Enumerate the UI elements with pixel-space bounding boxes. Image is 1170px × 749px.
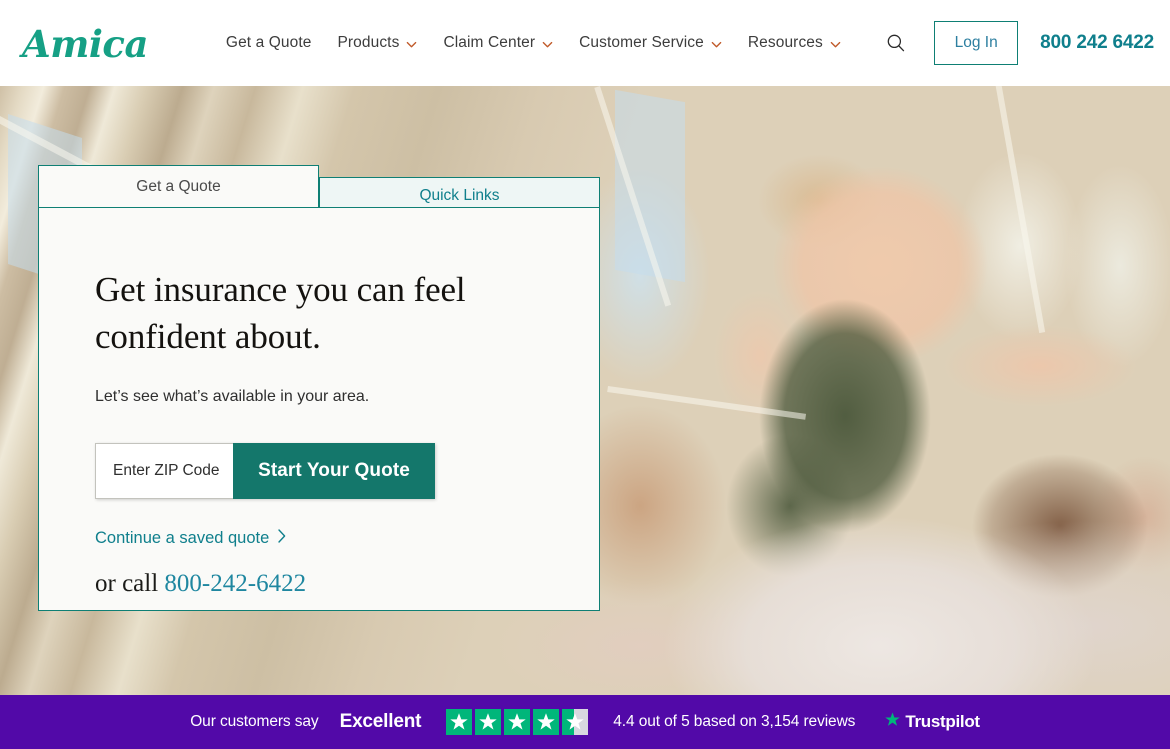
trustpilot-rating-word: Excellent — [339, 711, 422, 732]
continue-saved-quote-link[interactable]: Continue a saved quote — [95, 529, 286, 548]
nav-label: Products — [337, 34, 400, 51]
chevron-down-icon — [711, 39, 722, 50]
trustpilot-star-rating — [446, 709, 589, 735]
zip-code-input[interactable] — [95, 442, 233, 499]
nav-item-get-a-quote[interactable]: Get a Quote — [226, 34, 312, 52]
or-call-line: or call 800-242-6422 — [95, 570, 543, 598]
tab-label: Get a Quote — [136, 178, 221, 195]
window-mullion — [994, 86, 1046, 334]
chevron-down-icon — [542, 39, 553, 50]
nav-item-products[interactable]: Products — [337, 34, 417, 52]
star-icon — [504, 709, 531, 735]
trustpilot-logo[interactable]: Trustpilot — [883, 710, 980, 734]
tab-label: Quick Links — [419, 187, 500, 204]
hero-phone-link[interactable]: 800-242-6422 — [164, 570, 306, 597]
quote-card: Get a Quote Quick Links Get insurance yo… — [38, 165, 600, 611]
nav-label: Resources — [747, 34, 823, 51]
tab-get-a-quote[interactable]: Get a Quote — [38, 165, 319, 208]
trustpilot-bar: Our customers say Excellent 4.4 out of 5… — [0, 695, 1170, 749]
hero-subheading: Let’s see what’s available in your area. — [95, 387, 370, 405]
star-icon — [533, 709, 560, 735]
nav-item-resources[interactable]: Resources — [748, 34, 841, 52]
chevron-down-icon — [406, 39, 417, 50]
continue-saved-quote-label: Continue a saved quote — [95, 528, 270, 547]
chevron-down-icon — [830, 39, 841, 50]
chevron-right-icon — [278, 529, 286, 547]
header-phone-number[interactable]: 800 242 6422 — [1040, 32, 1154, 54]
log-in-button[interactable]: Log In — [934, 21, 1019, 65]
header-actions: Log In 800 242 6422 — [876, 21, 1154, 65]
trustpilot-logo-text: Trustpilot — [905, 712, 980, 731]
amica-logo[interactable]: Amica — [22, 24, 148, 63]
zip-quote-form: Start Your Quote — [95, 442, 435, 499]
window-mullion — [607, 386, 807, 420]
nav-label: Customer Service — [579, 34, 704, 51]
search-icon[interactable] — [876, 23, 916, 63]
star-icon — [446, 709, 473, 735]
star-icon-partial — [562, 709, 589, 735]
nav-label: Get a Quote — [225, 34, 312, 51]
page-title: Get insurance you can feel confident abo… — [95, 270, 466, 357]
trustpilot-star-logo-icon — [883, 710, 902, 734]
trustpilot-summary: 4.4 out of 5 based on 3,154 reviews — [613, 713, 856, 730]
star-icon — [475, 709, 502, 735]
trustpilot-lead-text: Our customers say — [190, 713, 319, 730]
quote-card-tabs: Get a Quote Quick Links — [38, 165, 600, 214]
quote-card-body: Get insurance you can feel confident abo… — [38, 207, 600, 611]
or-call-prefix: or call — [95, 569, 165, 597]
site-header: Amica Get a Quote Products Claim Center … — [0, 0, 1170, 86]
nav-label: Claim Center — [443, 34, 536, 51]
nav-item-claim-center[interactable]: Claim Center — [443, 34, 553, 52]
nav-item-customer-service[interactable]: Customer Service — [579, 34, 722, 52]
main-navigation: Get a Quote Products Claim Center Custom… — [226, 34, 841, 52]
hero-section: Get a Quote Quick Links Get insurance yo… — [0, 86, 1170, 695]
start-your-quote-button[interactable]: Start Your Quote — [233, 442, 435, 499]
